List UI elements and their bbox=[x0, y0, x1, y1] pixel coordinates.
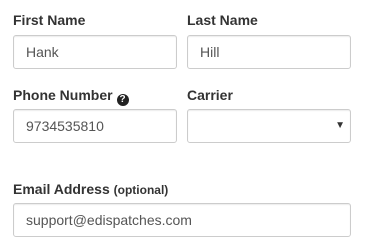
email-input[interactable]: support@edispatches.com bbox=[13, 203, 351, 237]
phone-label-text: Phone Number bbox=[13, 87, 113, 103]
last-name-input[interactable]: Hill bbox=[187, 35, 351, 69]
email-label-text: Email Address bbox=[13, 181, 110, 197]
last-name-label: Last Name bbox=[187, 12, 258, 28]
caret-down-icon: ▼ bbox=[335, 120, 345, 131]
email-optional-note: (optional) bbox=[113, 183, 169, 197]
phone-label: Phone Number? bbox=[13, 87, 129, 106]
phone-number-input[interactable]: 9734535810 bbox=[13, 109, 177, 143]
first-name-label: First Name bbox=[13, 12, 86, 28]
first-name-input[interactable]: Hank bbox=[13, 35, 177, 69]
contact-form: First Name Hank Last Name Hill Phone Num… bbox=[0, 0, 367, 246]
email-label: Email Address (optional) bbox=[13, 181, 168, 197]
carrier-select[interactable]: ▼ bbox=[187, 109, 351, 143]
question-circle-icon[interactable]: ? bbox=[116, 94, 129, 106]
carrier-label: Carrier bbox=[187, 87, 233, 103]
